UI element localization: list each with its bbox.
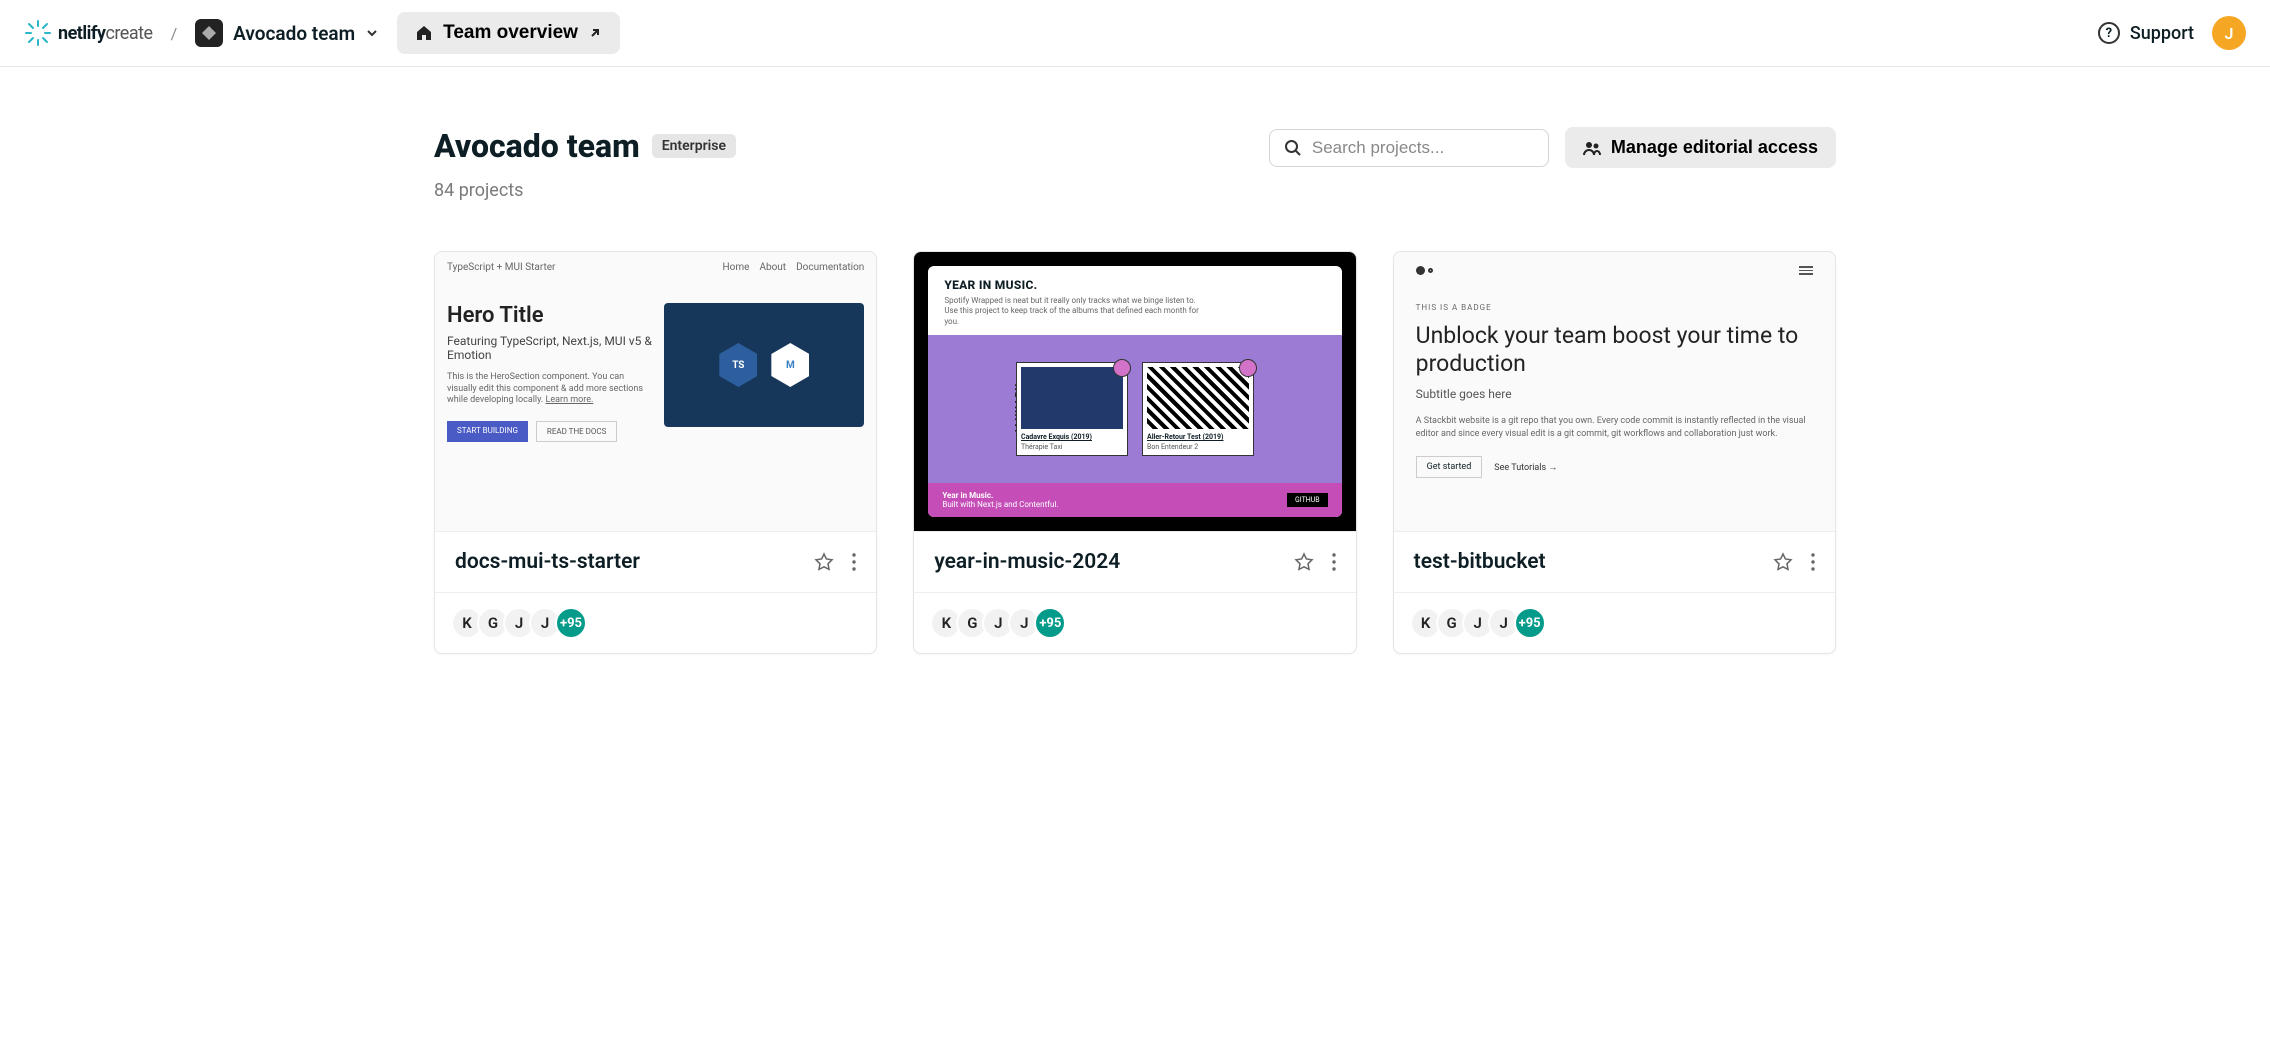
plan-badge: Enterprise (652, 134, 736, 158)
search-projects[interactable] (1269, 129, 1549, 167)
project-name: year-in-music-2024 (934, 550, 1120, 574)
team-switcher[interactable]: Avocado team (195, 19, 379, 47)
manage-editorial-access-button[interactable]: Manage editorial access (1565, 127, 1836, 168)
users-icon (1583, 139, 1601, 157)
arrow-up-right-icon (588, 26, 602, 40)
project-card[interactable]: THIS IS A BADGE Unblock your team boost … (1393, 251, 1836, 654)
member-more[interactable]: +95 (555, 607, 587, 639)
member-more[interactable]: +95 (1514, 607, 1546, 639)
page-title: Avocado team (434, 127, 640, 165)
project-members: K G J J +95 (435, 592, 876, 653)
topbar: netlifycreate / Avocado team Team overvi… (0, 0, 2270, 67)
logo-text: netlifycreate (58, 23, 153, 44)
star-icon[interactable] (1773, 552, 1793, 572)
star-icon[interactable] (814, 552, 834, 572)
support-link[interactable]: ? Support (2098, 22, 2194, 44)
project-card[interactable]: TypeScript + MUI Starter Home About Docu… (434, 251, 877, 654)
user-avatar[interactable]: J (2212, 16, 2246, 50)
more-icon[interactable] (1811, 553, 1815, 571)
breadcrumb-separator: / (171, 24, 178, 43)
search-icon (1284, 139, 1302, 157)
team-icon (195, 19, 223, 47)
logo[interactable]: netlifycreate (24, 19, 153, 47)
project-thumbnail: YEAR IN MUSIC. Spotify Wrapped is neat b… (914, 252, 1355, 532)
project-members: K G J J +95 (914, 592, 1355, 653)
project-card[interactable]: YEAR IN MUSIC. Spotify Wrapped is neat b… (913, 251, 1356, 654)
help-icon: ? (2098, 22, 2120, 44)
team-name: Avocado team (233, 22, 355, 45)
project-members: K G J J +95 (1394, 592, 1835, 653)
project-thumbnail: THIS IS A BADGE Unblock your team boost … (1394, 252, 1835, 532)
project-name: docs-mui-ts-starter (455, 550, 640, 574)
logo-mark-icon (24, 19, 52, 47)
search-input[interactable] (1312, 138, 1534, 158)
member-more[interactable]: +95 (1034, 607, 1066, 639)
more-icon[interactable] (1332, 553, 1336, 571)
home-icon (415, 24, 433, 42)
more-icon[interactable] (852, 553, 856, 571)
project-thumbnail: TypeScript + MUI Starter Home About Docu… (435, 252, 876, 532)
project-name: test-bitbucket (1414, 550, 1546, 574)
project-count: 84 projects (434, 180, 1836, 201)
chevron-down-icon (365, 26, 379, 40)
star-icon[interactable] (1294, 552, 1314, 572)
team-overview-button[interactable]: Team overview (397, 12, 620, 54)
